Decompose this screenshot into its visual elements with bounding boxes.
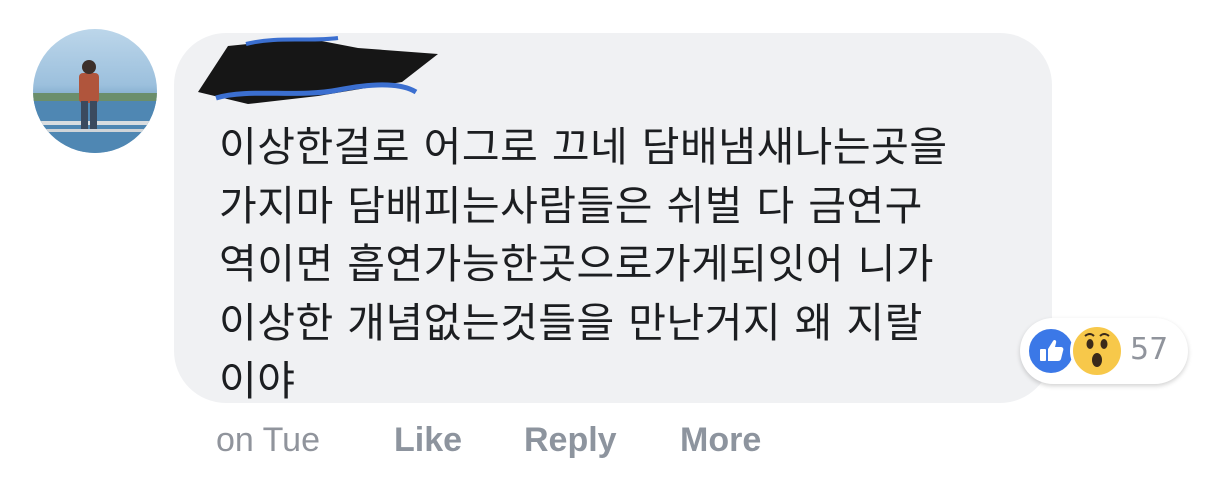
comment-timestamp[interactable]: on Tue — [216, 420, 320, 460]
more-button[interactable]: More — [680, 420, 761, 460]
redacted-author-name — [198, 36, 438, 104]
reactions-summary[interactable]: 57 — [1020, 318, 1188, 384]
avatar-photo — [33, 60, 157, 153]
commenter-avatar[interactable] — [33, 29, 157, 153]
comment-text: 이상한걸로 어그로 끄네 담배냄새나는곳을 가지마 담배피는사람들은 쉬벌 다 … — [219, 123, 948, 405]
like-icon — [1026, 326, 1076, 376]
reaction-count: 57 — [1130, 332, 1169, 367]
reply-button[interactable]: Reply — [524, 420, 617, 460]
like-button[interactable]: Like — [394, 420, 462, 460]
wow-icon — [1070, 324, 1124, 378]
